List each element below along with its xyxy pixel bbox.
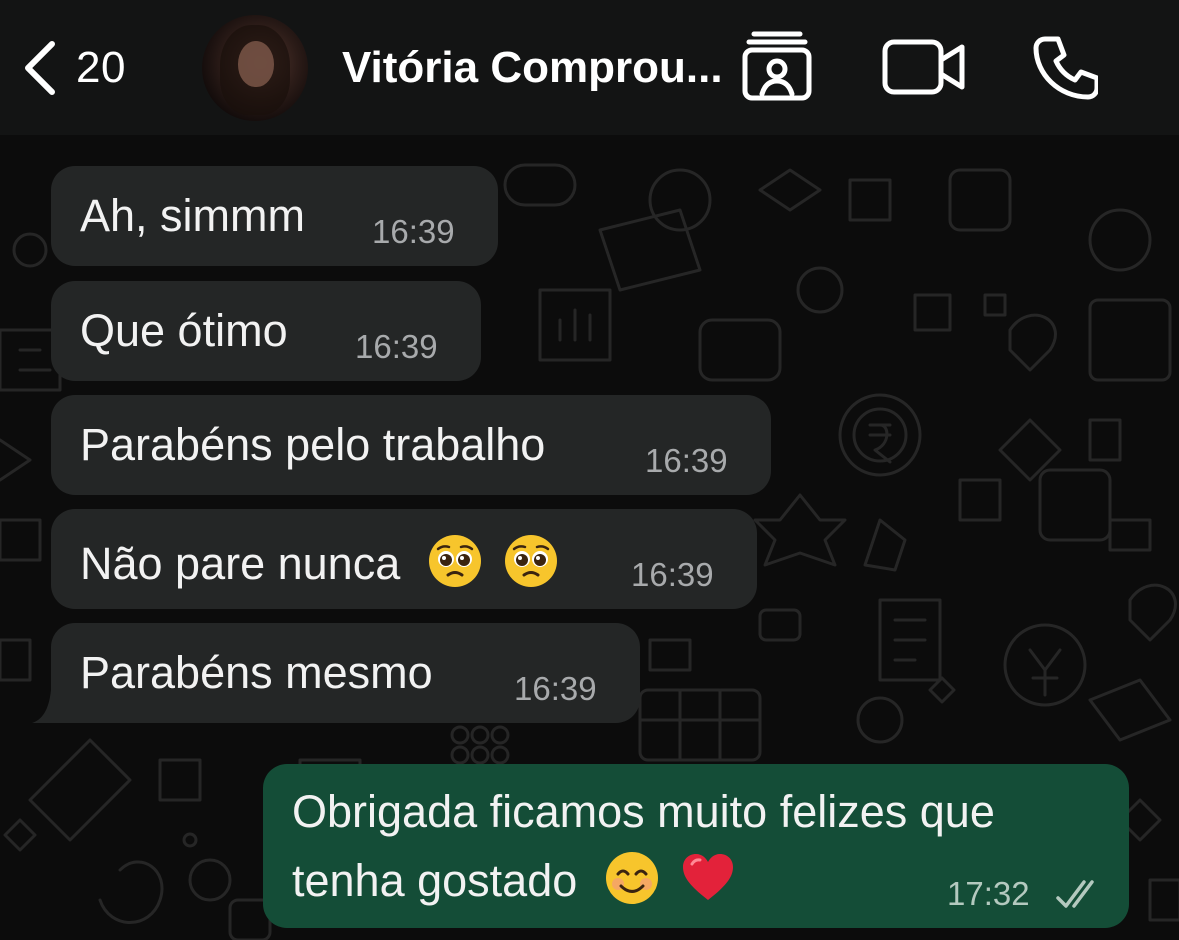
message-text: Não pare nunca xyxy=(80,538,401,589)
contact-card-icon[interactable] xyxy=(740,28,814,107)
pleading-face-emoji-icon xyxy=(428,535,481,587)
incoming-message[interactable]: Não pare nunca 16:39 xyxy=(51,509,757,609)
message-time: 17:32 xyxy=(947,875,1030,912)
message-time: 16:39 xyxy=(514,670,597,707)
message-time: 16:39 xyxy=(372,213,455,250)
bubble-tail xyxy=(32,690,51,723)
message-text: Ah, simmm xyxy=(80,190,305,241)
incoming-message[interactable]: Ah, simmm 16:39 xyxy=(51,166,498,266)
voice-call-icon[interactable] xyxy=(1032,35,1100,106)
incoming-message[interactable]: Parabéns mesmo 16:39 xyxy=(51,623,640,723)
message-text-wrap: Não pare nunca xyxy=(80,533,559,590)
message-text: Parabéns pelo trabalho xyxy=(80,419,546,470)
outgoing-message[interactable]: Obrigada ficamos muito felizes que tenha… xyxy=(263,764,1129,928)
message-text-line-2: tenha gostado xyxy=(292,855,578,906)
read-double-check-icon xyxy=(1056,880,1094,908)
message-text-line-2-wrap: tenha gostado xyxy=(292,850,736,907)
message-text: Que ótimo xyxy=(80,305,288,356)
message-time: 16:39 xyxy=(645,442,728,479)
incoming-message[interactable]: Que ótimo 16:39 xyxy=(51,281,481,381)
back-button[interactable]: 20 xyxy=(22,30,126,106)
message-text-line-1: Obrigada ficamos muito felizes que xyxy=(292,786,995,837)
smiling-face-emoji-icon xyxy=(605,852,658,904)
video-call-icon[interactable] xyxy=(882,38,966,101)
pleading-face-emoji-icon xyxy=(505,535,558,587)
avatar[interactable] xyxy=(202,15,308,121)
back-chevron-icon xyxy=(25,41,55,95)
contact-name[interactable]: Vitória Comprou... xyxy=(342,40,723,96)
unread-count: 20 xyxy=(76,43,126,92)
red-heart-emoji-icon xyxy=(683,854,734,900)
chat-header: 20 Vitória Comprou... xyxy=(0,0,1179,135)
message-text: Parabéns mesmo xyxy=(80,647,433,698)
incoming-message[interactable]: Parabéns pelo trabalho 16:39 xyxy=(51,395,771,495)
message-time: 16:39 xyxy=(355,328,438,365)
message-time: 16:39 xyxy=(631,556,714,593)
